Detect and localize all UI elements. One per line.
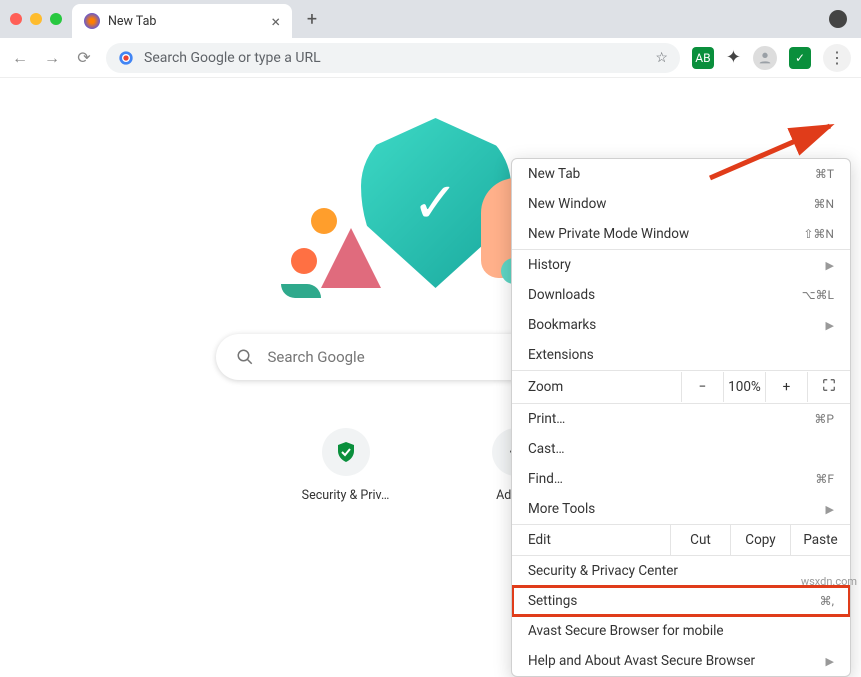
menu-label: Cast… — [528, 441, 565, 457]
menu-label: Security & Privacy Center — [528, 563, 678, 579]
browser-tab[interactable]: New Tab × — [72, 4, 292, 38]
menu-settings[interactable]: Settings ⌘, — [512, 586, 850, 616]
chevron-right-icon: ▶ — [826, 319, 834, 332]
menu-label: Extensions — [528, 347, 594, 363]
keyboard-shortcut: ⌥⌘L — [802, 288, 834, 302]
copy-button[interactable]: Copy — [730, 525, 790, 555]
toolbar: ← → ⟳ Search Google or type a URL ☆ AB ✦… — [0, 38, 861, 78]
omnibox[interactable]: Search Google or type a URL ☆ — [106, 43, 680, 73]
menu-bookmarks[interactable]: Bookmarks ▶ — [512, 310, 850, 340]
avast-shield-icon[interactable]: ✓ — [789, 47, 811, 69]
google-icon — [118, 50, 134, 66]
keyboard-shortcut: ⌘, — [820, 594, 834, 608]
menu-cast[interactable]: Cast… — [512, 434, 850, 464]
fullscreen-button[interactable] — [808, 371, 850, 403]
shortcut-security[interactable]: Security & Priv… — [296, 428, 396, 503]
menu-label: Settings — [528, 593, 577, 609]
zoom-out-button[interactable]: − — [682, 372, 724, 402]
flower-icon — [291, 248, 317, 274]
chevron-right-icon: ▶ — [826, 503, 834, 516]
menu-mobile[interactable]: Avast Secure Browser for mobile — [512, 616, 850, 646]
watermark: wsxdn.com — [801, 575, 857, 588]
keyboard-shortcut: ⌘T — [815, 167, 834, 181]
chevron-right-icon: ▶ — [826, 655, 834, 668]
menu-security-center[interactable]: Security & Privacy Center — [512, 556, 850, 586]
menu-label: Bookmarks — [528, 317, 596, 333]
menu-help[interactable]: Help and About Avast Secure Browser ▶ — [512, 646, 850, 676]
menu-label: New Tab — [528, 166, 580, 182]
chevron-right-icon: ▶ — [826, 259, 834, 272]
titlebar: New Tab × + — [0, 0, 861, 38]
leaf-icon — [281, 284, 321, 298]
account-icon[interactable] — [753, 46, 777, 70]
tab-favicon-icon — [84, 13, 100, 29]
menu-label: Avast Secure Browser for mobile — [528, 623, 724, 639]
keyboard-shortcut: ⇧⌘N — [803, 227, 834, 241]
menu-print[interactable]: Print… ⌘P — [512, 404, 850, 434]
menu-label: New Private Mode Window — [528, 226, 689, 242]
menu-label: New Window — [528, 196, 606, 212]
menu-find[interactable]: Find… ⌘F — [512, 464, 850, 494]
check-icon: ✓ — [412, 170, 459, 236]
cut-button[interactable]: Cut — [670, 525, 730, 555]
extension-ab-icon[interactable]: AB — [692, 47, 714, 69]
forward-button[interactable]: → — [42, 48, 62, 68]
keyboard-shortcut: ⌘F — [815, 472, 834, 486]
menu-label: Zoom — [512, 372, 681, 402]
menu-new-private[interactable]: New Private Mode Window ⇧⌘N — [512, 219, 850, 249]
menu-label: History — [528, 257, 571, 273]
tab-title: New Tab — [108, 14, 156, 29]
menu-zoom: Zoom − 100% + — [512, 371, 850, 403]
back-button[interactable]: ← — [10, 48, 30, 68]
menu-label: Edit — [512, 525, 670, 555]
main-menu-button[interactable]: ⋮ — [823, 44, 851, 72]
menu-label: More Tools — [528, 501, 595, 517]
main-menu-dropdown: New Tab ⌘T New Window ⌘N New Private Mode … — [511, 158, 851, 677]
zoom-in-button[interactable]: + — [766, 372, 808, 402]
extensions-puzzle-icon[interactable]: ✦ — [726, 47, 741, 68]
window-controls[interactable] — [10, 13, 62, 25]
menu-label: Downloads — [528, 287, 595, 303]
mountain-icon — [321, 228, 381, 288]
close-window-icon[interactable] — [10, 13, 22, 25]
bookmark-star-icon[interactable]: ☆ — [655, 50, 668, 66]
menu-extensions[interactable]: Extensions — [512, 340, 850, 370]
keyboard-shortcut: ⌘N — [813, 197, 834, 211]
search-placeholder: Search Google — [268, 348, 365, 366]
fullscreen-icon — [822, 378, 836, 392]
menu-label: Help and About Avast Secure Browser — [528, 653, 755, 669]
shortcut-label: Security & Priv… — [296, 488, 396, 503]
zoom-value: 100% — [724, 372, 766, 402]
profile-dot-icon[interactable] — [829, 10, 847, 28]
menu-downloads[interactable]: Downloads ⌥⌘L — [512, 280, 850, 310]
omnibox-placeholder: Search Google or type a URL — [144, 50, 321, 66]
flower-icon — [311, 208, 337, 234]
tab-close-icon[interactable]: × — [271, 12, 280, 31]
menu-more-tools[interactable]: More Tools ▶ — [512, 494, 850, 524]
minimize-window-icon[interactable] — [30, 13, 42, 25]
menu-history[interactable]: History ▶ — [512, 250, 850, 280]
reload-button[interactable]: ⟳ — [74, 48, 94, 67]
keyboard-shortcut: ⌘P — [814, 412, 834, 426]
menu-new-window[interactable]: New Window ⌘N — [512, 189, 850, 219]
menu-new-tab[interactable]: New Tab ⌘T — [512, 159, 850, 189]
new-tab-page: ✓ Search Google Security & Priv… + Add s… — [0, 78, 861, 592]
maximize-window-icon[interactable] — [50, 13, 62, 25]
menu-edit-row: Edit Cut Copy Paste — [512, 525, 850, 555]
shield-check-icon — [334, 440, 358, 464]
menu-label: Print… — [528, 411, 565, 427]
paste-button[interactable]: Paste — [790, 525, 850, 555]
menu-label: Find… — [528, 471, 563, 487]
new-tab-button[interactable]: + — [298, 5, 326, 33]
search-icon — [236, 348, 254, 366]
